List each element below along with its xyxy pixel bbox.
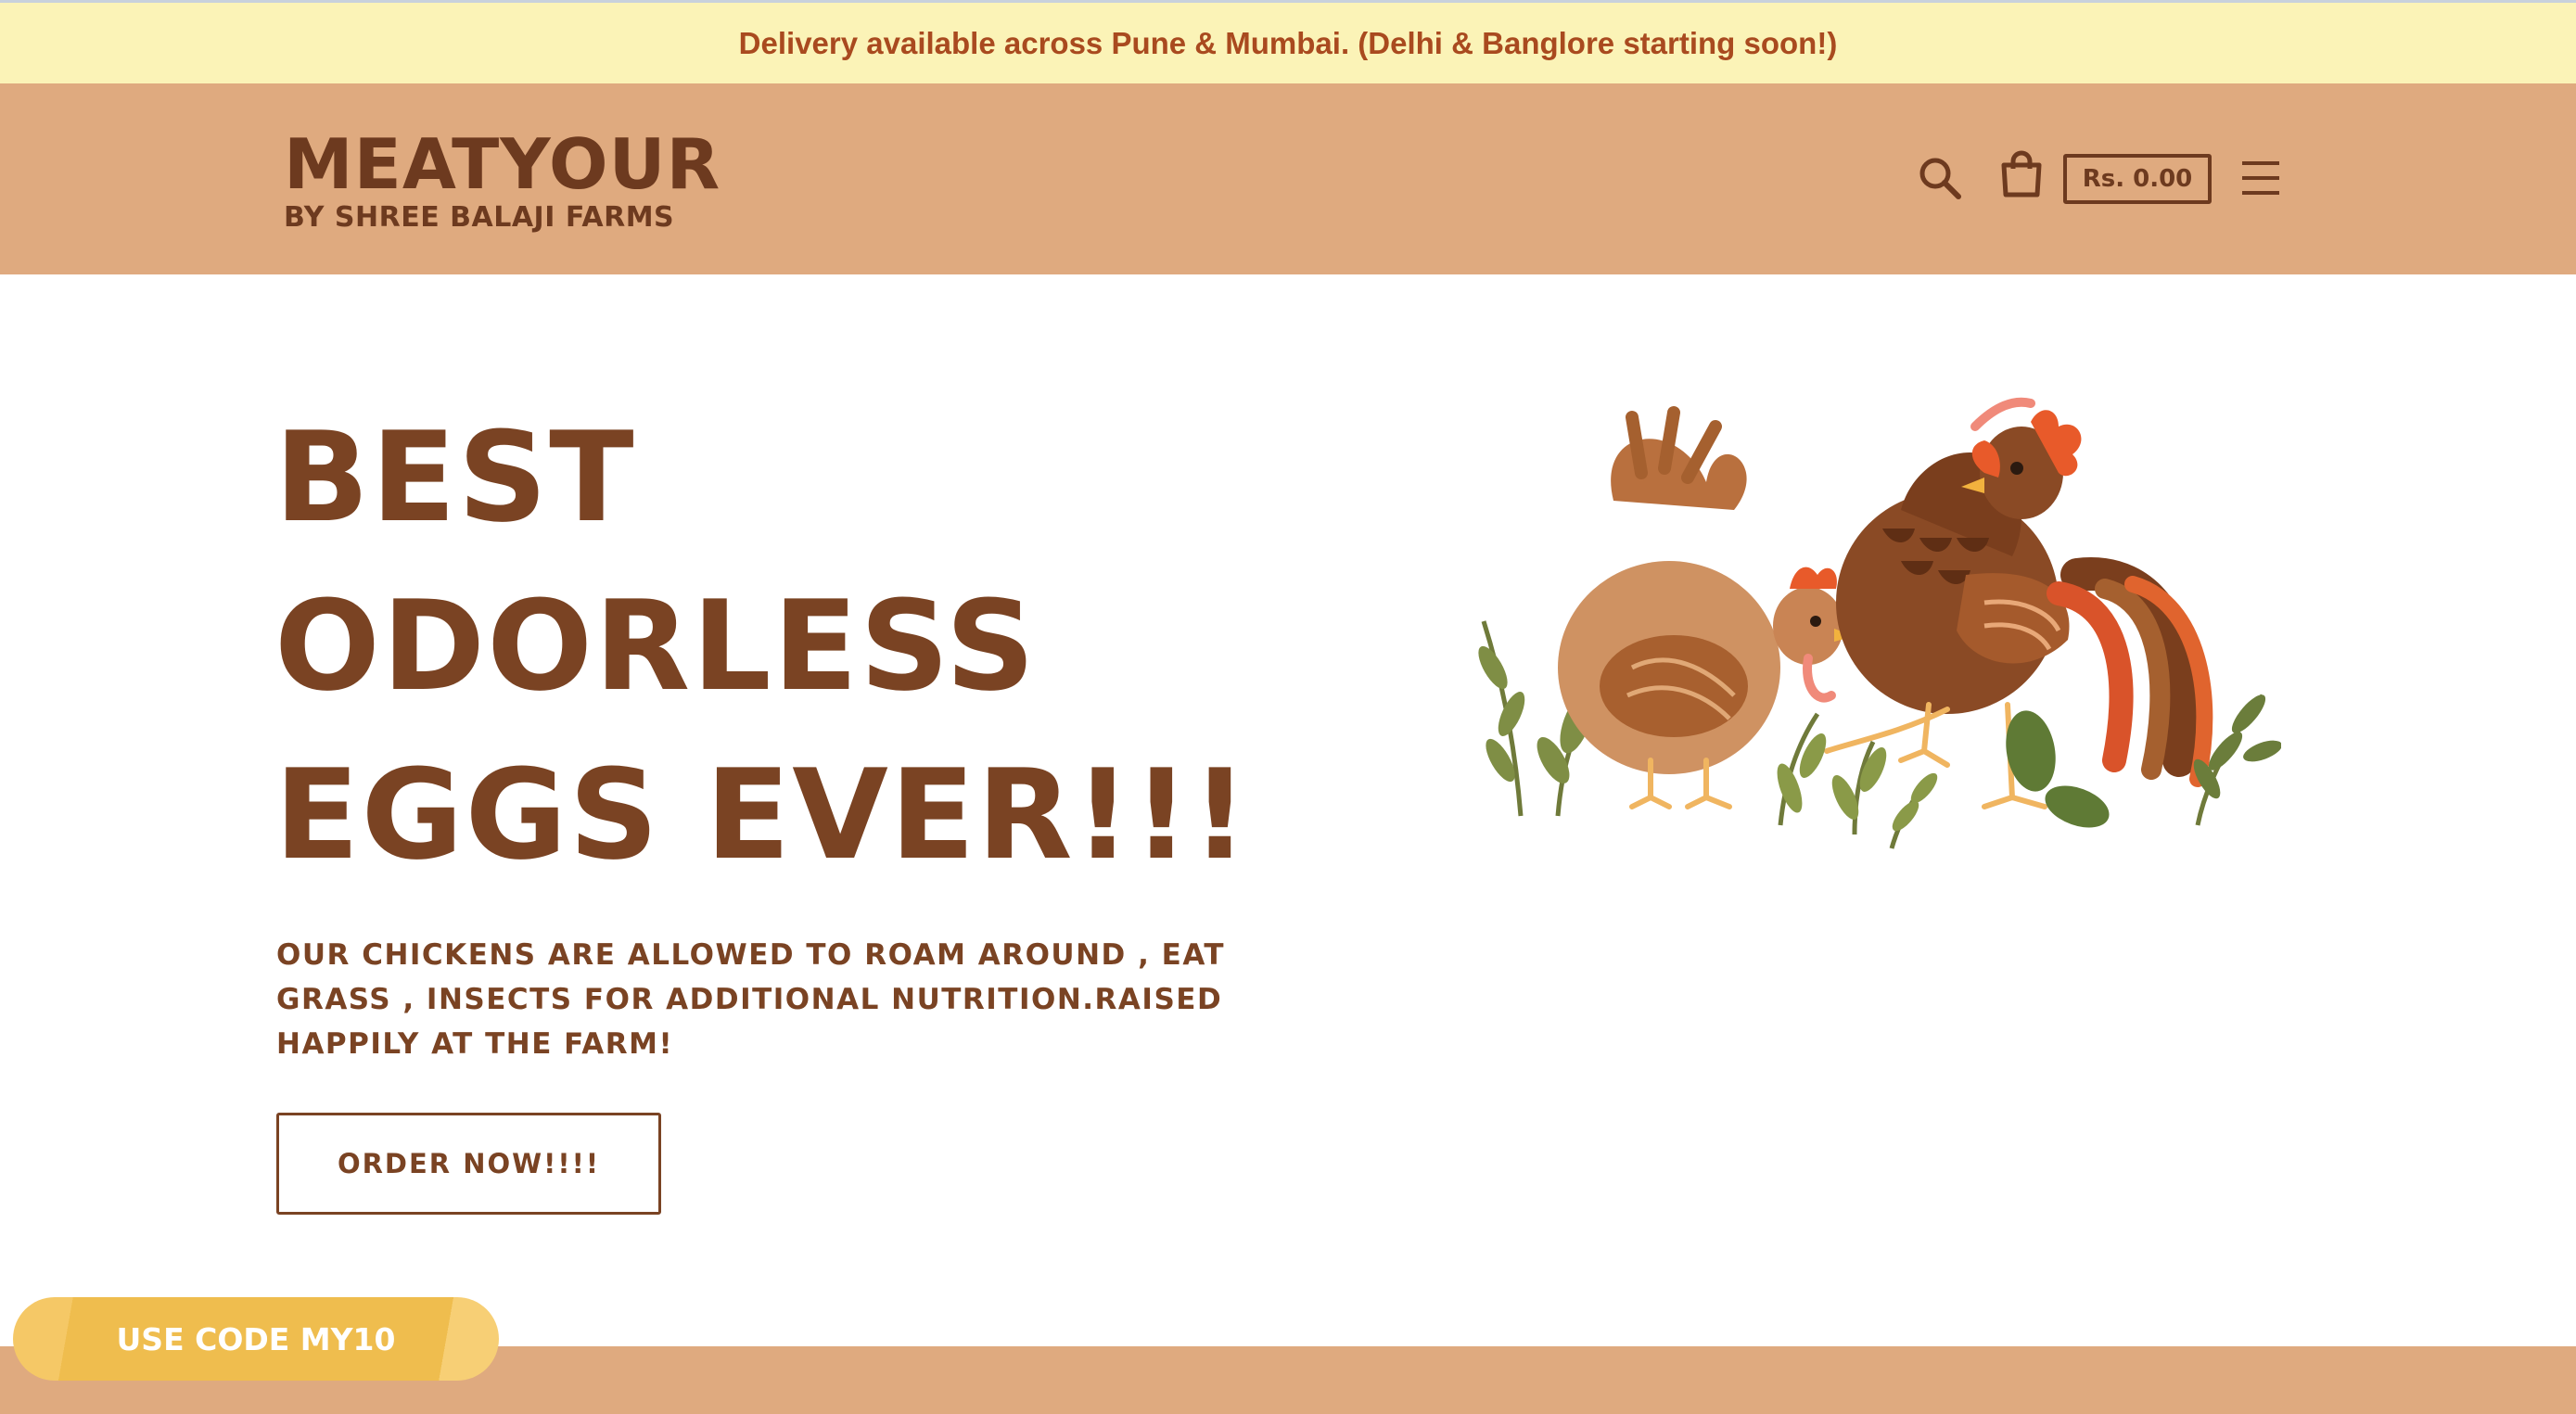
announcement-bar: Delivery available across Pune & Mumbai.…	[0, 0, 2576, 83]
shopping-bag-icon[interactable]	[1996, 146, 2047, 202]
cart-total-button[interactable]: Rs. 0.00	[2063, 154, 2212, 204]
promo-code-badge[interactable]: USE CODE MY10	[13, 1297, 499, 1381]
hero-title: BEST ODORLESS EGGS EVER!!!	[274, 393, 1294, 899]
site-header: MEATYOUR BY SHREE BALAJI FARMS Rs. 0.00	[0, 83, 2576, 274]
logo-sub-text: BY SHREE BALAJI FARMS	[284, 201, 675, 234]
site-logo[interactable]: MEATYOUR BY SHREE BALAJI FARMS	[284, 127, 721, 235]
search-icon[interactable]	[1912, 150, 1968, 206]
hero-title-line: ODORLESS	[274, 574, 1038, 719]
hamburger-menu-icon[interactable]	[2238, 156, 2283, 200]
order-now-button[interactable]: ORDER NOW!!!!	[276, 1113, 661, 1215]
hero-title-line: EGGS EVER!!!	[274, 743, 1250, 887]
announcement-text: Delivery available across Pune & Mumbai.…	[738, 25, 1838, 60]
logo-main-text: MEATYOUR	[284, 123, 721, 205]
hero-title-line: BEST	[274, 405, 636, 550]
hero-subtitle: OUR CHICKENS ARE ALLOWED TO ROAM AROUND …	[276, 938, 1226, 1061]
chickens-illustration	[1465, 389, 2282, 872]
